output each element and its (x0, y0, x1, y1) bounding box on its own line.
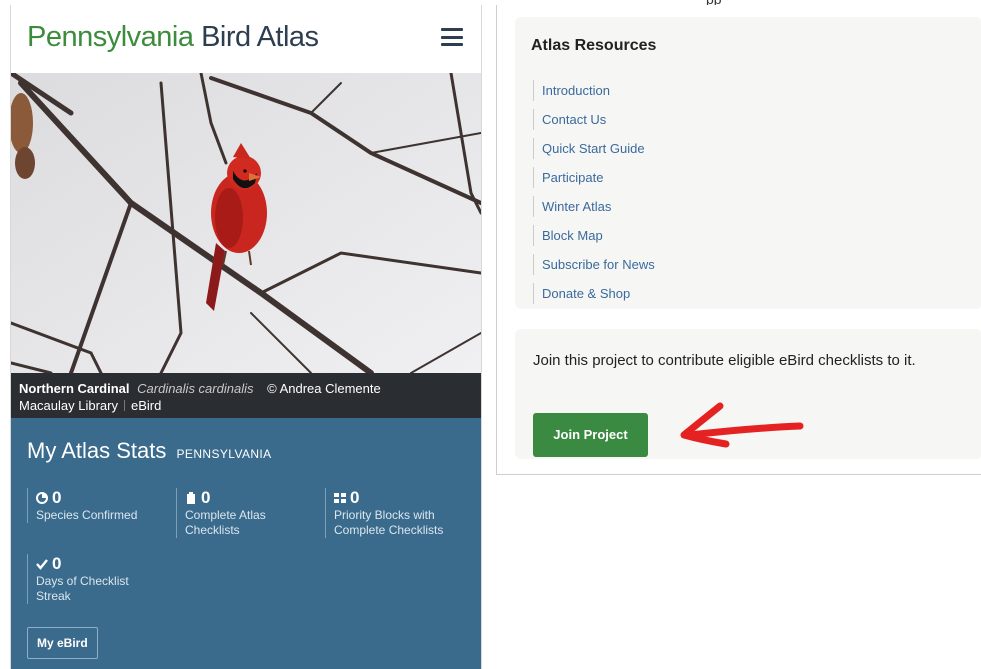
resource-link-donate-shop[interactable]: Donate & Shop (533, 283, 655, 304)
red-arrow-annotation-icon (680, 402, 804, 448)
cardinal-photo (11, 73, 481, 373)
scientific-name: Cardinalis cardinalis (137, 381, 254, 396)
join-project-button[interactable]: Join Project (533, 413, 648, 457)
stat-priority-blocks: 0 Priority Blocks with Complete Checklis… (325, 488, 474, 538)
mobile-page: Pennsylvania Bird Atlas Northern Cardina… (10, 5, 482, 669)
logo-part-bird-atlas: Bird Atlas (201, 21, 319, 53)
photo-caption: Northern Cardinal Cardinalis cardinalis … (11, 373, 481, 418)
atlas-resources-list: Introduction Contact Us Quick Start Guid… (533, 80, 655, 312)
join-description: Join this project to contribute eligible… (533, 352, 916, 369)
pie-chart-icon (36, 492, 48, 504)
my-ebird-button[interactable]: My eBird (27, 627, 98, 659)
site-header: Pennsylvania Bird Atlas (11, 5, 481, 73)
atlas-stats-panel: My Atlas Stats PENNSYLVANIA 0 Species Co… (11, 418, 481, 669)
common-name: Northern Cardinal (19, 381, 130, 396)
stats-region: PENNSYLVANIA (176, 447, 272, 461)
hamburger-menu-icon[interactable] (441, 28, 463, 46)
stat-species-confirmed: 0 Species Confirmed (27, 488, 166, 523)
resource-link-block-map[interactable]: Block Map (533, 225, 655, 246)
stat-value: 0 (52, 488, 62, 507)
check-icon (36, 559, 48, 570)
stat-value: 0 (201, 488, 211, 507)
logo-part-pennsylvania: Pennsylvania (27, 21, 194, 53)
atlas-resources-title: Atlas Resources (531, 37, 657, 54)
atlas-resources-card: Atlas Resources Introduction Contact Us … (515, 17, 981, 309)
resource-link-contact-us[interactable]: Contact Us (533, 109, 655, 130)
stat-value: 0 (350, 488, 360, 507)
stat-value: 0 (52, 554, 62, 573)
site-logo[interactable]: Pennsylvania Bird Atlas (27, 19, 319, 55)
resource-link-participate[interactable]: Participate (533, 167, 655, 188)
stat-label: Species Confirmed (36, 508, 138, 522)
stat-label: Priority Blocks with Complete Checklists (334, 508, 444, 537)
stat-checklist-streak: 0 Days of Checklist Streak (27, 554, 146, 604)
resource-link-introduction[interactable]: Introduction (533, 80, 655, 101)
stat-label: Complete Atlas Checklists (185, 508, 266, 537)
macaulay-library-link[interactable]: Macaulay Library (19, 398, 118, 413)
stats-title: My Atlas Stats PENNSYLVANIA (27, 438, 272, 464)
stat-complete-checklists: 0 Complete Atlas Checklists (176, 488, 305, 538)
photo-credit: © Andrea Clemente (267, 381, 381, 396)
resource-link-quick-start-guide[interactable]: Quick Start Guide (533, 138, 655, 159)
resource-link-winter-atlas[interactable]: Winter Atlas (533, 196, 655, 217)
resource-link-subscribe-news[interactable]: Subscribe for News (533, 254, 655, 275)
stats-heading: My Atlas Stats (27, 438, 167, 463)
ebird-source-link[interactable]: eBird (131, 398, 161, 413)
clipboard-icon (187, 492, 195, 504)
grid-blocks-icon (334, 493, 346, 503)
stat-label: Days of Checklist Streak (36, 574, 129, 603)
